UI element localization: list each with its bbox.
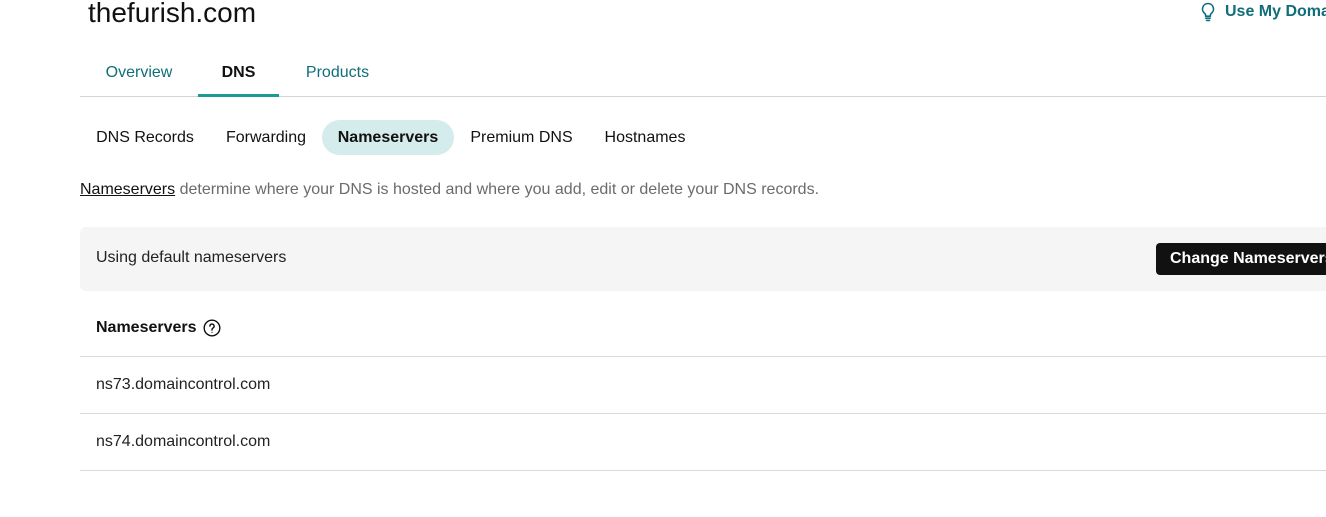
change-nameservers-button[interactable]: Change Nameservers — [1156, 243, 1326, 275]
subtab-hostnames[interactable]: Hostnames — [589, 120, 701, 155]
subtab-nameservers[interactable]: Nameservers — [322, 120, 454, 155]
nameservers-help-link[interactable]: Nameservers — [80, 181, 175, 198]
nameservers-header-label: Nameservers — [96, 318, 197, 336]
nameserver-row: ns74.domaincontrol.com — [80, 414, 1326, 471]
nameserver-status-banner: Using default nameservers Change Nameser… — [80, 227, 1326, 291]
nameservers-description: Nameservers determine where your DNS is … — [80, 181, 819, 199]
lightbulb-icon — [1200, 2, 1216, 22]
tab-products[interactable]: Products — [279, 50, 396, 96]
domain-title: thefurish.com — [88, 0, 257, 28]
page: thefurish.com Use My Domain Overview DNS… — [0, 0, 1326, 517]
use-my-domain-link[interactable]: Use My Domain — [1200, 2, 1326, 22]
nameservers-header: Nameservers — [80, 299, 1326, 357]
nameservers-table: Nameservers ns73.domaincontrol.com ns74.… — [80, 299, 1326, 471]
use-my-domain-label: Use My Domain — [1225, 3, 1326, 20]
subtab-forwarding[interactable]: Forwarding — [210, 120, 322, 155]
nameserver-row: ns73.domaincontrol.com — [80, 357, 1326, 414]
tab-dns[interactable]: DNS — [198, 50, 279, 97]
description-text: determine where your DNS is hosted and w… — [175, 181, 820, 198]
subtab-dns-records[interactable]: DNS Records — [80, 120, 210, 155]
main-tabs: Overview DNS Products — [80, 50, 1326, 97]
question-circle-icon[interactable] — [203, 318, 221, 337]
tab-overview[interactable]: Overview — [80, 50, 198, 96]
banner-status-text: Using default nameservers — [96, 249, 287, 266]
subtab-premium-dns[interactable]: Premium DNS — [454, 120, 589, 155]
